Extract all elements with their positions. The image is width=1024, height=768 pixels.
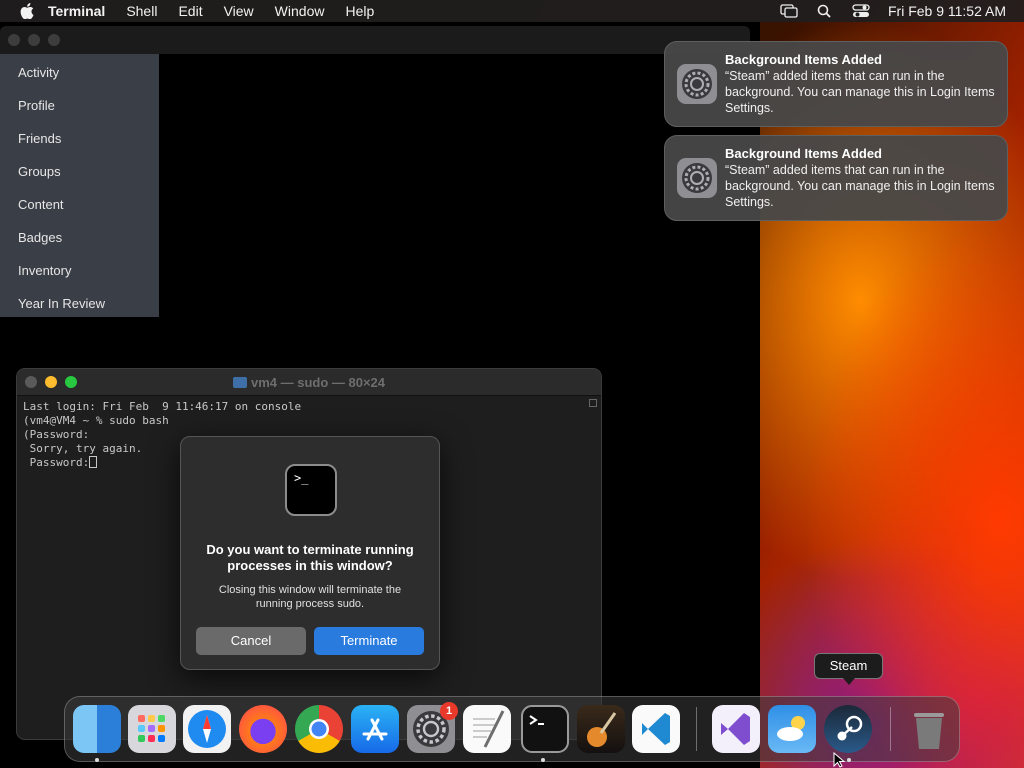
weather-icon[interactable] (768, 705, 816, 753)
menu-window[interactable]: Window (275, 3, 325, 19)
terminal-icon[interactable] (521, 705, 569, 753)
terminal-title-text: vm4 — sudo — 80×24 (250, 375, 386, 390)
app-store-a-icon (362, 718, 388, 741)
control-center-icon[interactable] (852, 4, 870, 18)
terminal-line: Last login: Fri Feb 9 11:46:17 on consol… (23, 400, 302, 413)
notification-body: “Steam” added items that can run in the … (725, 69, 995, 115)
menu-help[interactable]: Help (345, 3, 374, 19)
safari-icon[interactable] (183, 705, 231, 753)
garageband-icon[interactable] (577, 705, 625, 753)
notification-body: “Steam” added items that can run in the … (725, 163, 995, 209)
menu-clock[interactable]: Fri Feb 9 11:52 AM (888, 3, 1006, 19)
textedit-pen-icon (473, 710, 505, 748)
terminal-app-icon: >_ (285, 464, 337, 516)
terminate-button[interactable]: Terminate (314, 627, 424, 655)
notification-badge: 1 (440, 702, 458, 720)
guitar-icon (587, 712, 617, 747)
notification-card[interactable]: Background Items Added “Steam” added ite… (664, 135, 1008, 221)
menu-shell[interactable]: Shell (126, 3, 157, 19)
trash-can-icon (914, 713, 944, 749)
steam-menu-friends[interactable]: Friends (0, 124, 159, 157)
close-button[interactable] (8, 34, 20, 46)
screen-mirroring-icon[interactable] (780, 4, 798, 18)
menu-bar: Terminal Shell Edit View Window Help Fri… (0, 0, 1024, 22)
dialog-message: Closing this window will terminate the r… (218, 584, 402, 610)
launchpad-grid-icon (138, 715, 165, 742)
cancel-button[interactable]: Cancel (196, 627, 306, 655)
terminal-prompt-icon (529, 715, 544, 725)
zoom-button[interactable] (48, 34, 60, 46)
textedit-icon[interactable] (463, 705, 511, 753)
minimize-button[interactable] (28, 34, 40, 46)
folder-icon (232, 377, 247, 388)
terminate-dialog: >_ Do you want to terminate running proc… (180, 436, 440, 670)
finder-icon[interactable] (73, 705, 121, 753)
steam-menu-inventory[interactable]: Inventory (0, 256, 159, 289)
launchpad-icon[interactable] (128, 705, 176, 753)
terminal-title: vm4 — sudo — 80×24 (17, 375, 601, 390)
steam-profile-menu: Activity Profile Friends Groups Content … (0, 54, 159, 317)
safari-compass-icon (188, 710, 226, 748)
running-indicator (847, 758, 851, 762)
visual-studio-logo-icon (721, 713, 750, 745)
cloud-sun-icon (777, 716, 805, 741)
firefox-icon[interactable] (239, 705, 287, 753)
steam-menu-activity[interactable]: Activity (0, 58, 159, 91)
vscode-logo-icon (642, 713, 670, 745)
terminal-cursor (89, 456, 98, 468)
steam-menu-groups[interactable]: Groups (0, 157, 159, 190)
notification-title: Background Items Added (725, 52, 882, 67)
apple-icon[interactable] (20, 3, 34, 19)
terminal-titlebar[interactable]: vm4 — sudo — 80×24 (17, 369, 601, 396)
terminal-line: Password: (23, 456, 90, 469)
steam-menu-year-in-review[interactable]: Year In Review (0, 289, 159, 322)
running-indicator (95, 758, 99, 762)
mouse-pointer-icon (833, 752, 846, 768)
chrome-center-icon (309, 719, 329, 739)
chrome-icon[interactable] (295, 705, 343, 753)
menu-edit[interactable]: Edit (178, 3, 202, 19)
steam-icon[interactable] (824, 705, 872, 753)
running-indicator (541, 758, 545, 762)
steam-menu-badges[interactable]: Badges (0, 223, 159, 256)
scroll-indicator[interactable] (589, 399, 597, 407)
steam-titlebar (0, 26, 750, 54)
steam-logo-icon (837, 715, 863, 741)
dock-tooltip: Steam (814, 653, 883, 685)
dock-separator (696, 707, 697, 751)
dialog-title: Do you want to terminate running process… (206, 542, 414, 573)
dock (64, 696, 960, 762)
trash-icon[interactable] (905, 705, 953, 753)
visual-studio-icon[interactable] (712, 705, 760, 753)
terminal-prompt-glyph: >_ (294, 471, 309, 485)
system-settings-gear-icon (677, 64, 717, 104)
notification-title: Background Items Added (725, 146, 882, 161)
menu-view[interactable]: View (224, 3, 254, 19)
steam-menu-content[interactable]: Content (0, 190, 159, 223)
notification-card[interactable]: Background Items Added “Steam” added ite… (664, 41, 1008, 127)
system-settings-gear-icon (677, 158, 717, 198)
vscode-icon[interactable] (632, 705, 680, 753)
steam-menu-profile[interactable]: Profile (0, 91, 159, 124)
spotlight-search-icon[interactable] (816, 4, 834, 18)
app-store-icon[interactable] (351, 705, 399, 753)
terminal-line: (vm4@VM4 ~ % sudo bash (23, 414, 169, 427)
menu-app-name[interactable]: Terminal (48, 3, 105, 19)
dock-separator (890, 707, 891, 751)
